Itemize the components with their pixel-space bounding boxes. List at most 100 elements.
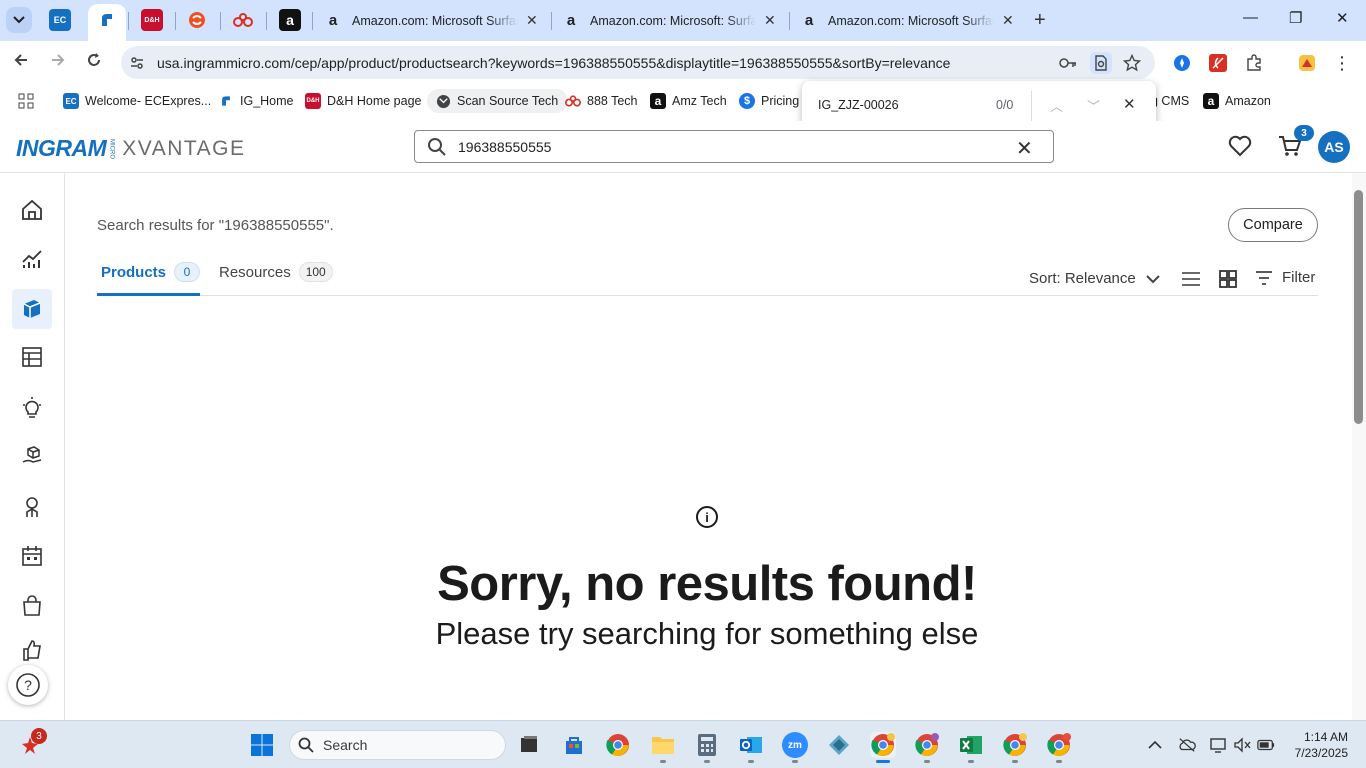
list-view-icon[interactable] — [1180, 268, 1202, 290]
bookmark-888[interactable]: 888 Tech — [565, 91, 638, 111]
chrome-profile-3-icon[interactable] — [1002, 732, 1028, 758]
bookmark-scan-source[interactable]: Scan Source Tech — [427, 89, 569, 113]
ingram-xvantage-logo[interactable]: INGRAM MICRO XVANTAGE — [16, 135, 246, 162]
find-in-page-icon[interactable] — [1090, 52, 1112, 74]
taskbar-search-box[interactable] — [289, 730, 506, 760]
chevron-down-icon — [13, 16, 25, 24]
taskbar-search-placeholder: Search — [323, 737, 368, 753]
password-key-icon[interactable] — [1059, 54, 1077, 72]
extensions-puzzle-icon[interactable] — [1245, 54, 1263, 72]
url-text[interactable]: usa.ingrammicro.com/cep/app/product/prod… — [157, 55, 950, 71]
excel-icon[interactable] — [958, 732, 984, 758]
find-separator — [1031, 91, 1032, 121]
file-explorer-icon[interactable] — [650, 732, 676, 758]
nav-analytics[interactable] — [12, 239, 52, 279]
chrome-profile-1-icon[interactable] — [870, 732, 896, 758]
reload-button[interactable] — [86, 52, 102, 73]
store-icon[interactable] — [561, 732, 587, 758]
apps-grid-icon[interactable] — [18, 91, 34, 111]
compare-button[interactable]: Compare — [1228, 208, 1318, 242]
bookmark-ecexpress[interactable]: EC Welcome- ECExpres... — [63, 91, 211, 111]
info-icon: i — [695, 505, 719, 534]
profile-avatar-icon[interactable] — [1298, 54, 1316, 72]
extension-compass-icon[interactable] — [1173, 54, 1191, 72]
nav-home[interactable] — [12, 190, 52, 230]
active-indicator — [876, 760, 890, 763]
heart-icon[interactable] — [1228, 135, 1252, 157]
bookmark-pricing[interactable]: $ Pricing — [739, 91, 799, 111]
close-tab-icon[interactable]: ✕ — [764, 12, 776, 29]
clear-search-icon[interactable]: ✕ — [1016, 136, 1033, 161]
chrome-icon[interactable] — [605, 732, 631, 758]
tab-resources[interactable]: Resources 100 — [219, 262, 333, 282]
find-next-button[interactable]: ﹀ — [1087, 96, 1100, 115]
sort-dropdown[interactable]: Sort: Relevance — [1029, 270, 1160, 287]
tab-scansource[interactable] — [186, 9, 208, 31]
bookmark-star-icon[interactable] — [1123, 54, 1141, 72]
find-input[interactable]: IG_ZJZ-00026 — [818, 98, 899, 112]
site-info-icon[interactable] — [128, 54, 146, 72]
show-hidden-icons-icon[interactable] — [1146, 736, 1164, 754]
search-icon[interactable] — [427, 137, 447, 157]
chrome-profile-2-icon[interactable] — [914, 732, 940, 758]
zoom-icon[interactable]: zm — [782, 732, 808, 758]
volume-muted-icon[interactable] — [1233, 736, 1251, 754]
windows-start-icon[interactable] — [249, 732, 275, 758]
ingram-favicon-icon — [218, 93, 234, 109]
cube-hand-icon — [22, 446, 42, 463]
help-button[interactable]: ? — [8, 665, 48, 705]
grid-view-icon[interactable] — [1217, 268, 1239, 290]
tab-search-button[interactable] — [6, 7, 32, 33]
reload-icon — [88, 53, 100, 66]
nav-products[interactable] — [12, 289, 52, 329]
tab-products[interactable]: Products 0 — [101, 262, 201, 282]
tab-amazon-small[interactable]: a — [279, 9, 301, 31]
network-icon[interactable] — [1209, 736, 1227, 754]
new-tab-button[interactable]: + — [1034, 9, 1046, 32]
onedrive-offline-icon[interactable] — [1178, 736, 1196, 754]
battery-icon[interactable] — [1257, 736, 1275, 754]
browser-menu-icon[interactable]: ⋮ — [1333, 53, 1351, 73]
system-clock[interactable]: 1:14 AM 7/23/2025 — [1288, 729, 1348, 761]
filter-button[interactable]: Filter — [1255, 269, 1315, 286]
bookmark-cms[interactable]: g CMS — [1151, 91, 1189, 111]
tab-amazon-3[interactable]: a Amazon.com: Microsoft Surface ✕ — [800, 4, 1014, 37]
logo-xvantage: XVANTAGE — [122, 136, 246, 160]
minimize-button[interactable]: — — [1243, 9, 1258, 26]
chrome-profile-4-icon[interactable] — [1046, 732, 1072, 758]
bookmark-amazon[interactable]: a Amazon — [1203, 91, 1271, 111]
task-view-icon[interactable] — [516, 732, 542, 758]
app-diamond-icon[interactable] — [826, 732, 852, 758]
scrollbar-thumb[interactable] — [1354, 190, 1363, 424]
extension-pdf-icon[interactable] — [1209, 54, 1227, 72]
user-avatar[interactable]: AS — [1318, 131, 1350, 163]
back-button[interactable] — [13, 52, 29, 73]
running-indicator — [1012, 760, 1018, 763]
bookmark-ig-home[interactable]: IG_Home — [218, 91, 294, 111]
outlook-icon[interactable] — [738, 732, 764, 758]
tab-resources-label: Resources — [219, 263, 291, 281]
find-previous-button[interactable]: ︿ — [1050, 96, 1063, 115]
bookmark-dh[interactable]: D&H D&H Home page — [305, 91, 422, 111]
tab-dh[interactable]: D&H — [141, 9, 163, 31]
find-close-button[interactable]: ✕ — [1123, 95, 1136, 113]
nav-services[interactable] — [12, 487, 52, 527]
nav-insights[interactable] — [12, 388, 52, 428]
maximize-button[interactable]: ❐ — [1289, 9, 1302, 27]
search-input[interactable]: 196388550555 — [458, 139, 551, 155]
amazon-icon: a — [328, 12, 338, 29]
nav-marketplace[interactable] — [12, 337, 52, 377]
888-icon — [233, 13, 253, 27]
close-tab-icon[interactable]: ✕ — [526, 12, 538, 29]
tab-separator — [551, 12, 552, 30]
close-window-button[interactable]: ✕ — [1336, 9, 1349, 27]
close-tab-icon[interactable]: ✕ — [1002, 12, 1014, 29]
tab-ecexpress[interactable]: EC — [49, 9, 71, 31]
tab-888[interactable] — [232, 9, 254, 31]
tab-amazon-1[interactable]: a Amazon.com: Microsoft Surface ✕ — [324, 4, 538, 37]
forward-button[interactable] — [50, 52, 66, 73]
nav-cloud[interactable] — [12, 437, 52, 477]
bookmark-amz-tech[interactable]: a Amz Tech — [650, 91, 727, 111]
calculator-icon[interactable] — [694, 732, 720, 758]
tab-amazon-2[interactable]: a Amazon.com: Microsoft: Surface ✕ — [562, 4, 776, 37]
